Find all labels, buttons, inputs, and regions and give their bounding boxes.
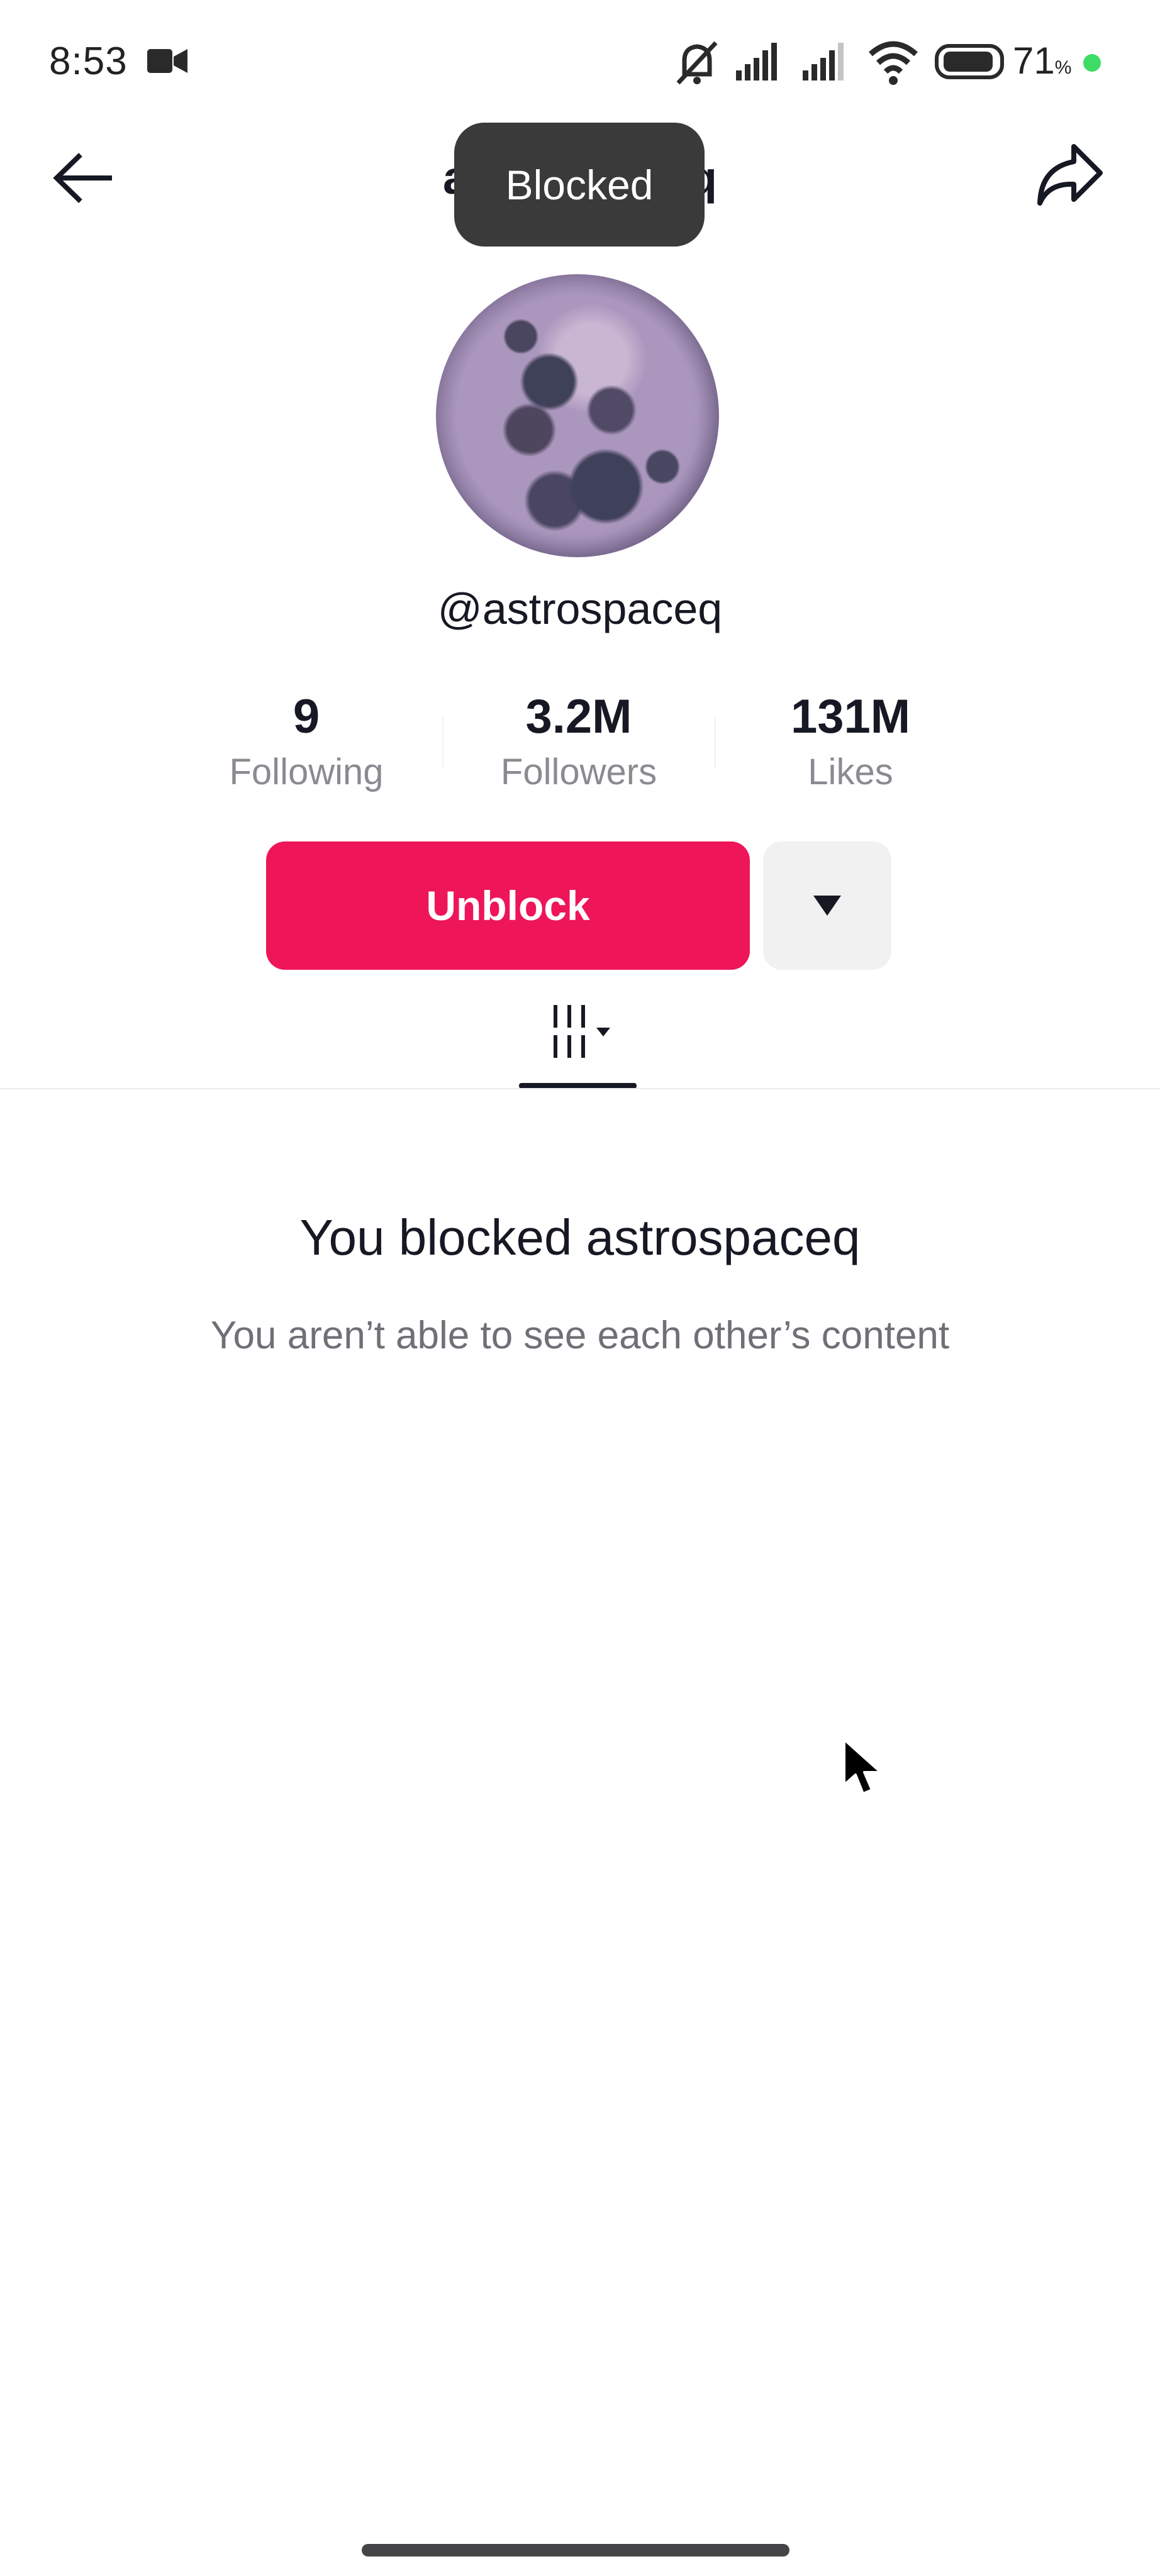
share-icon bbox=[1037, 144, 1103, 206]
stat-divider bbox=[715, 717, 716, 767]
stat-following[interactable]: 9 Following bbox=[174, 686, 438, 793]
tab-videos-grid[interactable] bbox=[522, 994, 635, 1069]
blocked-subtitle: You aren’t able to see each other’s cont… bbox=[210, 1314, 950, 1357]
username: @astrospaceq bbox=[437, 584, 723, 633]
triangle-down-icon bbox=[813, 896, 841, 916]
blocked-toast: Blocked bbox=[454, 123, 705, 247]
stat-likes[interactable]: 131M Likes bbox=[718, 686, 983, 793]
arrow-left-icon bbox=[53, 153, 112, 203]
status-time: 8:53 bbox=[49, 40, 128, 83]
blocked-title: You blocked astrospaceq bbox=[299, 1209, 861, 1265]
avatar[interactable] bbox=[436, 274, 719, 557]
tab-divider bbox=[0, 1088, 1160, 1089]
stat-label: Following bbox=[229, 752, 384, 792]
share-button[interactable] bbox=[1032, 138, 1107, 214]
triangle-down-icon bbox=[596, 1028, 610, 1036]
battery-unit: % bbox=[1054, 57, 1072, 78]
stat-value: 131M bbox=[790, 690, 911, 743]
signal-1-icon bbox=[736, 43, 777, 80]
stat-label: Followers bbox=[500, 752, 657, 792]
stat-divider bbox=[442, 717, 443, 767]
mouse-cursor-icon bbox=[843, 1738, 882, 1795]
mute-icon bbox=[676, 41, 718, 85]
battery-percentage: 71% bbox=[1013, 39, 1071, 82]
toast-text: Blocked bbox=[505, 161, 654, 208]
stat-value: 3.2M bbox=[525, 690, 632, 743]
home-indicator[interactable] bbox=[362, 2544, 789, 2557]
grid-icon bbox=[554, 1005, 610, 1058]
stat-value: 9 bbox=[293, 690, 320, 743]
wifi-icon bbox=[869, 41, 918, 85]
privacy-indicator-dot bbox=[1083, 54, 1101, 72]
battery-icon bbox=[935, 44, 1004, 79]
video-camera-icon bbox=[147, 49, 187, 73]
more-options-button[interactable] bbox=[763, 841, 891, 970]
stat-followers[interactable]: 3.2M Followers bbox=[447, 686, 711, 793]
unblock-button[interactable]: Unblock bbox=[266, 841, 750, 970]
battery-level: 71 bbox=[1013, 40, 1055, 82]
stat-label: Likes bbox=[808, 752, 893, 792]
back-button[interactable] bbox=[45, 143, 121, 213]
signal-2-icon bbox=[803, 43, 844, 80]
